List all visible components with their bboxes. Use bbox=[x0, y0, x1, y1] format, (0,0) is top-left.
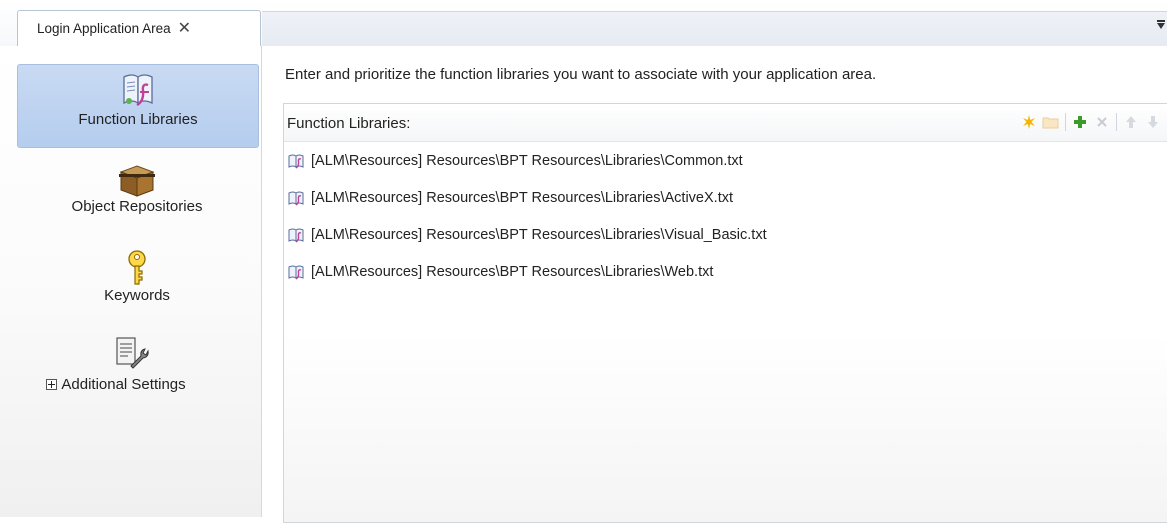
function-library-icon bbox=[288, 265, 304, 280]
nav-item-object-repositories[interactable]: Object Repositories bbox=[17, 164, 257, 234]
nav-item-label: Object Repositories bbox=[71, 198, 203, 215]
tab-overflow-icon[interactable] bbox=[1157, 20, 1165, 29]
list-item[interactable]: [ALM\Resources] Resources\BPT Resources\… bbox=[288, 187, 733, 209]
move-up-icon[interactable] bbox=[1120, 112, 1142, 132]
expand-icon[interactable] bbox=[46, 379, 58, 390]
repository-box-icon bbox=[119, 165, 155, 197]
toolbar-separator bbox=[1116, 113, 1117, 131]
nav-item-additional-settings[interactable]: Additional Settings bbox=[0, 336, 262, 406]
tab-rail bbox=[262, 11, 1167, 47]
tab-strip: Login Application Area ✕ bbox=[0, 0, 1167, 47]
close-icon[interactable]: ✕ bbox=[178, 20, 191, 37]
settings-icon bbox=[116, 337, 149, 369]
panel-header: Function Libraries: bbox=[284, 104, 1167, 142]
panel-title: Function Libraries: bbox=[287, 115, 411, 132]
add-icon[interactable] bbox=[1069, 112, 1091, 132]
nav-item-label: Additional Settings bbox=[61, 376, 186, 393]
list-item[interactable]: [ALM\Resources] Resources\BPT Resources\… bbox=[288, 224, 767, 246]
left-nav: Function Libraries Object Repositories K… bbox=[0, 46, 262, 517]
delete-icon[interactable] bbox=[1091, 112, 1113, 132]
new-icon[interactable] bbox=[1018, 112, 1040, 132]
nav-item-keywords[interactable]: Keywords bbox=[17, 249, 257, 319]
function-library-icon bbox=[123, 74, 153, 107]
library-path: [ALM\Resources] Resources\BPT Resources\… bbox=[311, 190, 734, 206]
nav-item-label: Function Libraries bbox=[78, 111, 198, 128]
library-toolbar bbox=[1018, 112, 1164, 132]
tab-login-application-area[interactable]: Login Application Area ✕ bbox=[17, 10, 261, 46]
nav-item-function-libraries[interactable]: Function Libraries bbox=[17, 64, 259, 148]
tab-title: Login Application Area bbox=[37, 21, 171, 36]
list-item[interactable]: [ALM\Resources] Resources\BPT Resources\… bbox=[288, 150, 743, 172]
function-libraries-panel: Function Libraries: [ALM\Resources] Reso… bbox=[283, 103, 1167, 523]
main-panel: Enter and prioritize the function librar… bbox=[262, 46, 1167, 523]
toolbar-separator bbox=[1065, 113, 1066, 131]
nav-item-label: Keywords bbox=[104, 287, 170, 304]
key-icon bbox=[128, 250, 146, 285]
instruction-text: Enter and prioritize the function librar… bbox=[285, 66, 877, 83]
open-folder-icon[interactable] bbox=[1040, 112, 1062, 132]
function-library-icon bbox=[288, 228, 304, 243]
move-down-icon[interactable] bbox=[1142, 112, 1164, 132]
library-path: [ALM\Resources] Resources\BPT Resources\… bbox=[311, 153, 743, 169]
library-path: [ALM\Resources] Resources\BPT Resources\… bbox=[311, 227, 767, 243]
function-library-icon bbox=[288, 191, 304, 206]
function-library-icon bbox=[288, 154, 304, 169]
list-item[interactable]: [ALM\Resources] Resources\BPT Resources\… bbox=[288, 261, 713, 283]
library-path: [ALM\Resources] Resources\BPT Resources\… bbox=[311, 264, 714, 280]
